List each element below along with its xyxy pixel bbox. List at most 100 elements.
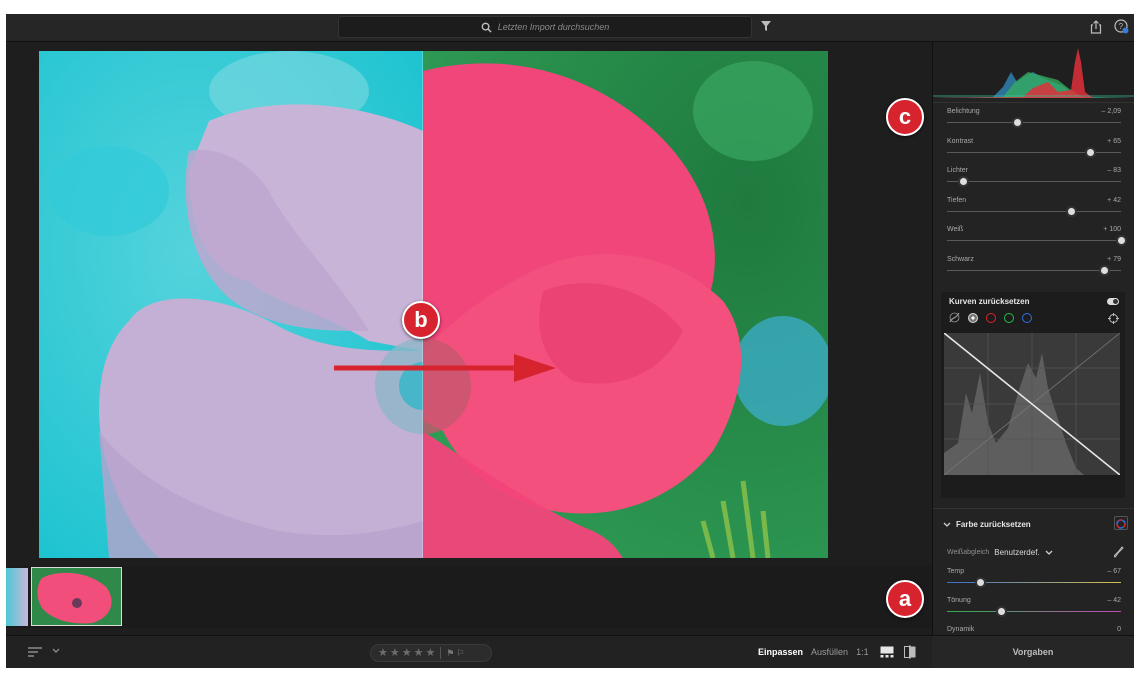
panel-separator — [933, 102, 1134, 103]
thumbnail-image — [32, 568, 121, 625]
white-balance-select[interactable]: Benutzerdef. — [994, 548, 1039, 557]
rgb-channel-button[interactable] — [968, 312, 978, 323]
star-5[interactable]: ★ — [426, 647, 436, 659]
reject-flag-icon[interactable]: ⚐ — [456, 648, 464, 659]
view-1to1-button[interactable]: 1:1 — [856, 647, 869, 657]
slider-track[interactable] — [947, 240, 1121, 242]
slider-thumb[interactable] — [1116, 235, 1127, 247]
curve-toggle-switch[interactable] — [1107, 298, 1119, 305]
chevron-down-icon[interactable] — [52, 648, 60, 654]
slider-track[interactable] — [947, 181, 1121, 183]
chevron-down-icon — [943, 522, 951, 527]
help-icon[interactable]: ? — [1114, 19, 1129, 34]
photo-after-half — [423, 51, 828, 558]
slider-thumb[interactable] — [995, 606, 1007, 617]
white-balance-label: Weißabgleich — [947, 549, 990, 556]
share-icon[interactable] — [1090, 20, 1102, 34]
slider-track[interactable] — [947, 270, 1121, 271]
green-channel-button[interactable] — [1004, 312, 1014, 323]
star-3[interactable]: ★ — [402, 647, 412, 659]
detail-view-icon[interactable] — [880, 646, 894, 658]
slider-value[interactable]: + 79 — [1107, 256, 1121, 263]
slider-value[interactable]: + 42 — [1107, 197, 1121, 204]
photo-canvas[interactable] — [39, 51, 828, 558]
zoom-view-options: Einpassen Ausfüllen 1:1 — [758, 647, 869, 657]
slider-track[interactable] — [947, 582, 1121, 583]
red-channel-button[interactable] — [986, 312, 996, 323]
photo-before-half — [39, 51, 423, 558]
filmstrip-thumbnail-previous[interactable] — [6, 568, 28, 626]
view-fit-button[interactable]: Einpassen — [758, 647, 803, 657]
slider-value[interactable]: – 42 — [1107, 597, 1121, 604]
slider-label: Kontrast — [947, 137, 974, 145]
star-1[interactable]: ★ — [378, 647, 388, 659]
slider-thumb[interactable] — [957, 176, 969, 188]
slider-thumb[interactable] — [1084, 146, 1096, 158]
slider-label: Dynamik — [947, 626, 975, 633]
slider-label: Tiefen — [947, 196, 967, 204]
curve-panel: Kurven zurücksetzen — [941, 292, 1125, 498]
slider-tiefen: Tiefen + 42 — [947, 197, 1121, 225]
slider-lichter: Lichter – 83 — [947, 167, 1121, 195]
annotation-badge-b: b — [402, 301, 440, 339]
sort-icon[interactable] — [28, 647, 42, 658]
slider-value[interactable]: – 2,09 — [1102, 108, 1121, 115]
annotation-badge-c: c — [886, 98, 924, 136]
filmstrip — [6, 566, 932, 628]
target-adjust-icon[interactable] — [1108, 313, 1119, 324]
presets-button[interactable]: Vorgaben — [932, 635, 1134, 668]
slider-value[interactable]: 0 — [1117, 626, 1121, 633]
slider-value[interactable]: – 67 — [1107, 568, 1121, 575]
slider-thumb[interactable] — [975, 577, 987, 588]
slider-track[interactable] — [947, 122, 1121, 123]
presets-label: Vorgaben — [1012, 647, 1054, 657]
slider-wei-: Weiß + 100 — [947, 226, 1127, 254]
parametric-curve-icon[interactable] — [949, 312, 960, 323]
color-wheel-icon — [1116, 519, 1126, 529]
before-after-icon[interactable] — [904, 645, 916, 659]
filter-icon[interactable] — [760, 20, 772, 32]
curve-channel-selector — [949, 312, 1032, 323]
search-placeholder: Letzten Import durchsuchen — [497, 22, 610, 32]
annotation-badge-a: a — [886, 580, 924, 618]
star-2[interactable]: ★ — [390, 647, 400, 659]
slider-schwarz: Schwarz + 79 — [947, 256, 1121, 284]
slider-value[interactable]: + 100 — [1103, 226, 1121, 233]
slider-temp: Temp – 67 — [947, 568, 1121, 596]
star-4[interactable]: ★ — [414, 647, 424, 659]
color-reset-title: Farbe zurücksetzen — [956, 520, 1031, 529]
panel-separator — [933, 508, 1134, 509]
color-mixer-icon[interactable] — [1114, 516, 1128, 530]
arrow-annotation — [334, 354, 556, 382]
slider-thumb[interactable] — [1098, 265, 1110, 276]
eyedropper-icon[interactable] — [1114, 546, 1124, 558]
color-section-header[interactable]: Farbe zurücksetzen — [943, 520, 1031, 529]
bottom-toolbar: ★ ★ ★ ★ ★ ⚑ ⚐ Einpassen Ausfüllen 1:1 — [6, 635, 932, 668]
pick-flag-icon[interactable]: ⚑ — [446, 648, 454, 659]
curve-reset-title[interactable]: Kurven zurücksetzen — [949, 297, 1029, 306]
slider-thumb[interactable] — [1065, 205, 1077, 217]
slider-thumb[interactable] — [1011, 117, 1023, 128]
white-balance-row: Weißabgleich Benutzerdef. — [947, 548, 1053, 557]
slider-t-nung: Tönung – 42 — [947, 597, 1121, 625]
slider-track[interactable] — [947, 611, 1121, 612]
slider-track[interactable] — [947, 210, 1121, 212]
edit-panel: Belichtung – 2,09 Kontrast + 65 Lichter – 83 T… — [932, 42, 1134, 635]
chevron-down-icon[interactable] — [1045, 550, 1053, 556]
slider-belichtung: Belichtung – 2,09 — [947, 108, 1121, 136]
slider-value[interactable]: + 65 — [1107, 138, 1121, 145]
top-bar: Letzten Import durchsuchen ? — [6, 14, 1134, 42]
slider-label: Temp — [947, 568, 965, 575]
slider-label: Schwarz — [947, 256, 974, 263]
blue-channel-button[interactable] — [1022, 312, 1032, 323]
tone-curve-graph[interactable] — [944, 333, 1120, 475]
slider-label: Weiß — [947, 226, 964, 234]
view-fill-button[interactable]: Ausfüllen — [811, 647, 848, 657]
slider-label: Belichtung — [947, 108, 980, 115]
histogram — [933, 42, 1134, 98]
slider-label: Lichter — [947, 167, 969, 175]
rating-flag-group: ★ ★ ★ ★ ★ ⚑ ⚐ — [370, 644, 492, 662]
search-field[interactable]: Letzten Import durchsuchen — [338, 16, 752, 38]
filmstrip-thumbnail-current[interactable] — [31, 567, 122, 626]
slider-value[interactable]: – 83 — [1107, 167, 1121, 174]
